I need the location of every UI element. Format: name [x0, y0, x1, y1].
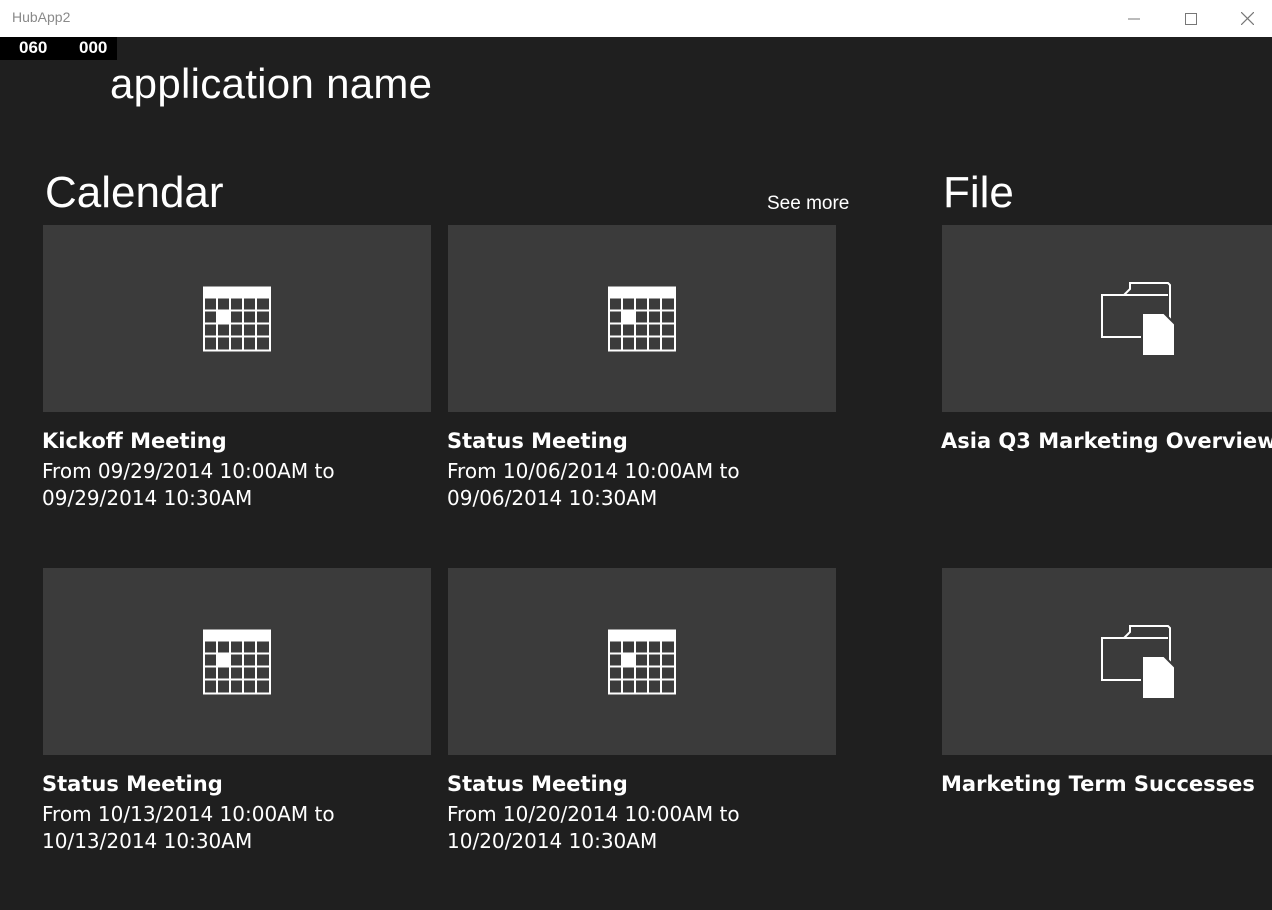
- window-title: HubApp2: [12, 9, 71, 25]
- file-item-title: Marketing Term Successes: [941, 772, 1255, 796]
- calendar-item-subtitle: From 10/20/2014 10:00AM to 10/20/2014 10…: [447, 802, 740, 853]
- calendar-icon: [203, 629, 271, 694]
- file-item-tile[interactable]: [942, 568, 1272, 755]
- file-item-title: Asia Q3 Marketing Overview Bet: [941, 429, 1272, 453]
- close-icon: [1241, 12, 1254, 25]
- minimize-button[interactable]: [1105, 0, 1162, 37]
- calendar-item-title: Status Meeting: [447, 429, 628, 453]
- page-title: application name: [110, 60, 433, 107]
- see-more-link[interactable]: See more: [767, 193, 849, 215]
- calendar-item-title: Status Meeting: [42, 772, 223, 796]
- calendar-item-title: Status Meeting: [447, 772, 628, 796]
- maximize-button[interactable]: [1162, 0, 1219, 37]
- calendar-icon: [203, 286, 271, 351]
- folder-file-icon: [1101, 625, 1176, 700]
- folder-file-icon: [1101, 282, 1176, 357]
- calendar-item-tile[interactable]: [43, 225, 431, 412]
- calendar-item-subtitle: From 09/29/2014 10:00AM to 09/29/2014 10…: [42, 459, 335, 510]
- frame-counter-right: 000: [79, 38, 108, 57]
- calendar-item-subtitle: From 10/06/2014 10:00AM to 09/06/2014 10…: [447, 459, 740, 510]
- calendar-item-tile[interactable]: [448, 568, 836, 755]
- frame-rate-counter: 060 000: [0, 37, 117, 60]
- calendar-item-subtitle: From 10/13/2014 10:00AM to 10/13/2014 10…: [42, 802, 335, 853]
- calendar-icon: [608, 629, 676, 694]
- frame-counter-left: 060: [19, 38, 48, 57]
- file-section-header[interactable]: File: [943, 168, 1014, 218]
- maximize-icon: [1184, 12, 1197, 25]
- calendar-icon: [608, 286, 676, 351]
- minimize-icon: [1127, 18, 1140, 19]
- calendar-item-tile[interactable]: [448, 225, 836, 412]
- calendar-section-header[interactable]: Calendar: [45, 168, 224, 218]
- window-titlebar: HubApp2: [0, 0, 1272, 37]
- calendar-item-tile[interactable]: [43, 568, 431, 755]
- calendar-item-title: Kickoff Meeting: [42, 429, 227, 453]
- close-button[interactable]: [1219, 0, 1272, 37]
- file-item-tile[interactable]: [942, 225, 1272, 412]
